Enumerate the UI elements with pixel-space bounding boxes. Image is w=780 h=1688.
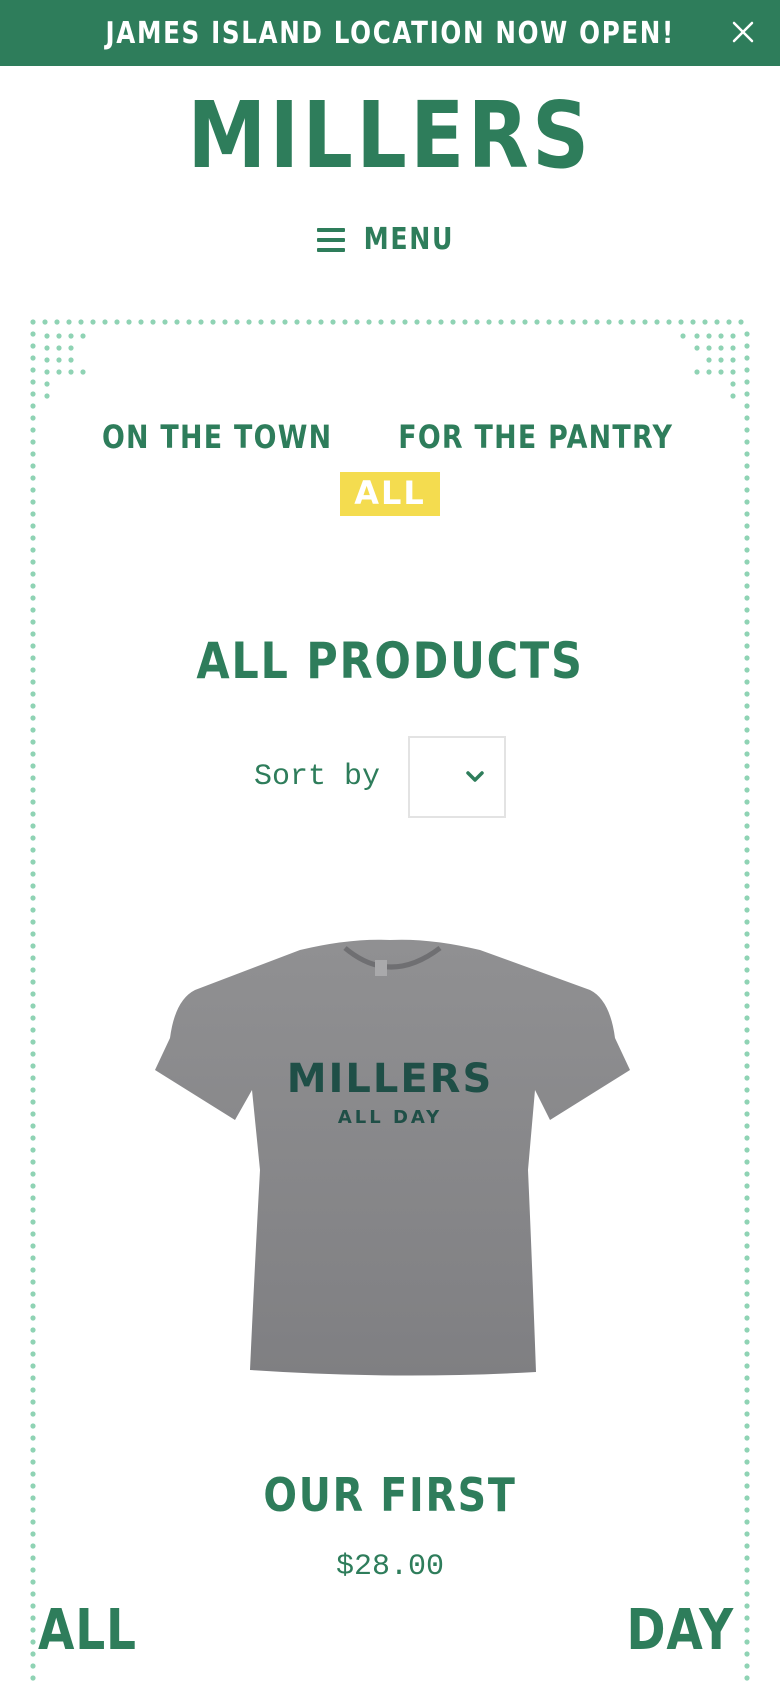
menu-button[interactable]: MENU (0, 222, 780, 257)
close-icon[interactable] (726, 15, 760, 49)
sort-label: Sort by (253, 760, 381, 794)
site-logo[interactable]: MILLERS (55, 86, 726, 186)
collection-link-for-the-pantry[interactable]: FOR THE PANTRY (399, 418, 674, 456)
page-title: ALL PRODUCTS (196, 632, 584, 690)
product-title[interactable]: OUR FIRST (55, 1468, 726, 1522)
announcement-bar: JAMES ISLAND LOCATION NOW OPEN! (0, 0, 780, 66)
footer-word-left: ALL (38, 1598, 137, 1663)
tshirt-print-subtext: ALL DAY (338, 1107, 442, 1128)
chevron-down-icon (466, 771, 484, 782)
product-price: $28.00 (335, 1550, 445, 1584)
sort-control: Sort by (0, 736, 780, 818)
menu-label: MENU (363, 222, 455, 257)
tshirt-print-text: MILLERS (287, 1056, 494, 1102)
sort-select[interactable] (408, 736, 507, 818)
collection-link-on-the-town[interactable]: ON THE TOWN (102, 418, 332, 456)
announcement-text: JAMES ISLAND LOCATION NOW OPEN! (105, 15, 675, 51)
footer-word-right: DAY (626, 1598, 734, 1663)
product-image-tshirt[interactable]: MILLERS ALL DAY (150, 930, 630, 1390)
collection-link-all-active[interactable]: ALL (340, 472, 440, 516)
hamburger-icon (317, 227, 346, 252)
collection-nav: ON THE TOWN FOR THE PANTRY ALL (0, 418, 780, 516)
